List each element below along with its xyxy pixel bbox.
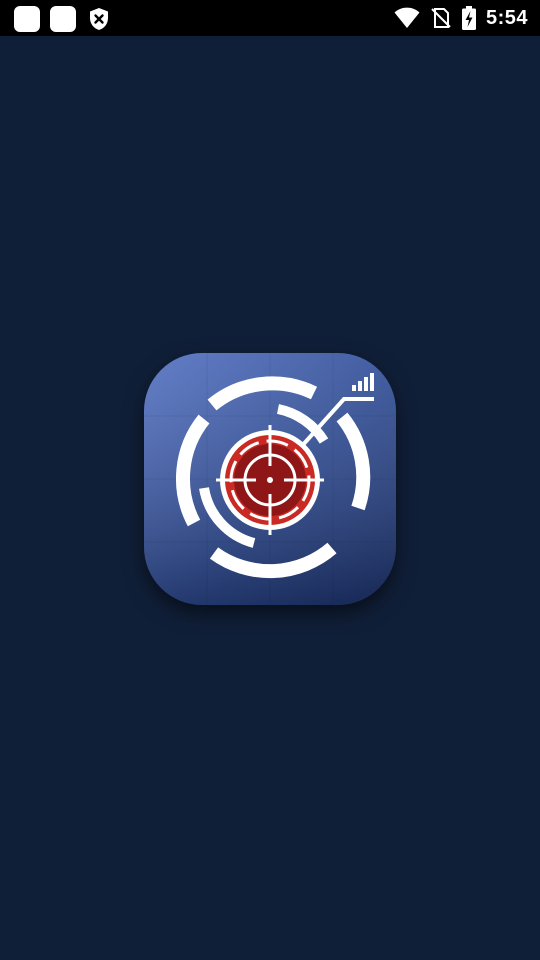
notification-square-icon	[50, 6, 76, 32]
notification-square-icon	[14, 6, 40, 32]
status-bar-left	[14, 6, 110, 32]
app-logo	[144, 353, 396, 605]
status-bar-right: 5:54	[394, 0, 528, 36]
shield-x-icon	[90, 8, 108, 30]
status-bar: 5:54	[0, 0, 540, 36]
status-time: 5:54	[485, 6, 528, 29]
wifi-icon	[394, 7, 420, 28]
crosshair-target-app-logo-icon	[144, 353, 396, 605]
no-sim-icon	[431, 8, 451, 28]
battery-charging-icon	[461, 6, 476, 30]
